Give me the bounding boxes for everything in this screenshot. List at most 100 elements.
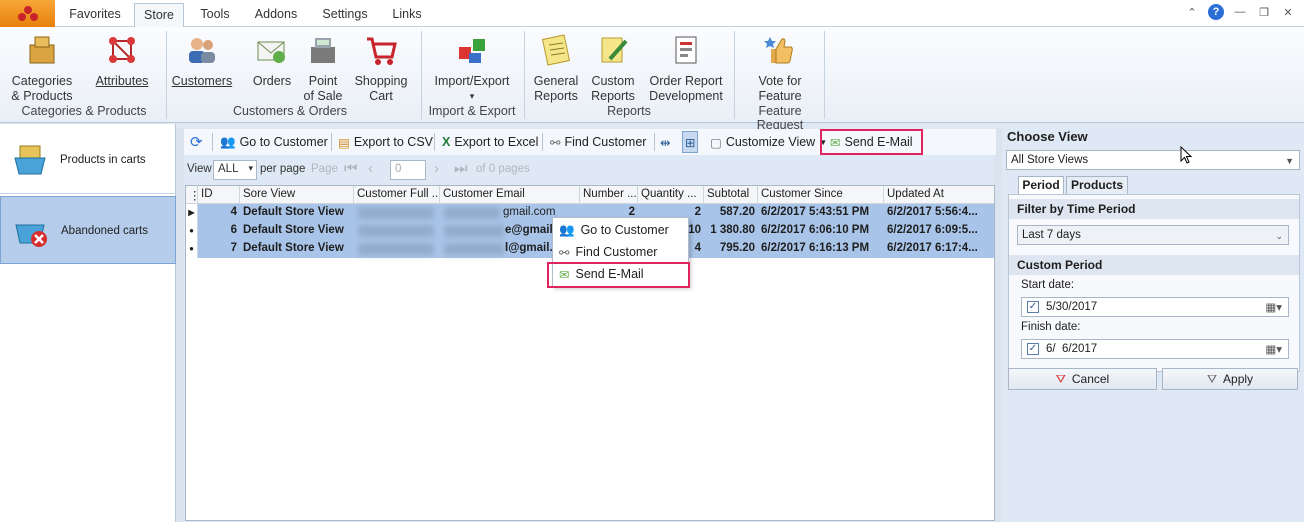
column-header[interactable]: Updated At (884, 186, 994, 204)
store-view-select[interactable]: All Store Views ▼ (1006, 150, 1300, 170)
chevron-down-icon: ▾ (248, 163, 253, 173)
ribbon-label: Reports (534, 89, 578, 103)
splitter-right[interactable] (994, 128, 1002, 522)
export-excel-button[interactable]: X Export to Excel (442, 129, 538, 155)
column-header[interactable]: Sore View (240, 186, 354, 204)
first-page-icon[interactable]: ⏮ (344, 160, 358, 177)
binoculars-icon: ⚯ (550, 135, 561, 150)
cell-subtotal: 587.20 (719, 206, 755, 218)
nav-item-abandoned-carts[interactable]: Abandoned carts (0, 196, 176, 264)
cell-email: l@gmail.c (505, 242, 554, 254)
calendar-icon[interactable]: ▦▾ (1265, 342, 1282, 356)
start-date-field[interactable]: ✓ 5/30/2017 ▦▾ (1021, 297, 1289, 317)
tab-links[interactable]: Links (384, 3, 430, 27)
best-fit-button[interactable]: ⊞ (682, 131, 699, 153)
categories-products-button[interactable]: Categories & Products (10, 33, 74, 104)
collapse-ribbon-icon[interactable]: ⌃ (1184, 4, 1200, 20)
page-size-select[interactable]: ALL ▾ (213, 160, 257, 180)
filter-icon: ⛛ (1206, 371, 1218, 386)
export-csv-button[interactable]: ▤ Export to CSV (338, 129, 433, 155)
find-customer-button[interactable]: ⚯ Find Customer (550, 129, 646, 155)
tab-tools[interactable]: Tools (190, 3, 240, 27)
nav-item-products-in-carts[interactable]: Products in carts (0, 126, 176, 194)
customize-view-button[interactable]: ▢ Customize View ▼ (710, 129, 827, 155)
ribbon-label: General (533, 74, 579, 88)
grid-toolbar: ⟳ 👥 Go to Customer ▤ Export to CSV X Export… (184, 129, 996, 155)
app-logo-icon (17, 5, 38, 21)
tab-store[interactable]: Store (134, 3, 184, 27)
tab-addons[interactable]: Addons (246, 3, 306, 27)
refresh-button[interactable]: ⟳ (190, 129, 203, 155)
page-number-input[interactable]: 0 (390, 160, 426, 180)
basket-icon (14, 145, 46, 175)
column-header[interactable]: Quantity ... (638, 186, 704, 204)
calendar-icon[interactable]: ▦▾ (1265, 300, 1282, 314)
fit-columns-button[interactable]: ⇹ (660, 129, 670, 155)
redacted-name (358, 207, 434, 219)
finish-date-field[interactable]: ✓ 6/ 6/2017 ▦▾ (1021, 339, 1289, 359)
tab-products[interactable]: Products (1066, 176, 1128, 194)
ribbon-label: Import/Export (434, 74, 510, 88)
best-fit-icon: ⊞ (685, 135, 696, 150)
vote-for-feature-button[interactable]: Vote for Feature (748, 33, 812, 104)
ribbon-label: of Sale (303, 89, 343, 103)
shopping-cart-button[interactable]: Shopping Cart (352, 33, 410, 104)
column-header[interactable]: Customer Full ... (354, 186, 440, 204)
column-header[interactable]: ID (198, 186, 240, 204)
close-icon[interactable]: ✕ (1280, 4, 1296, 20)
email-icon: ✉ (830, 135, 841, 150)
context-item-label: Go to Customer (580, 223, 669, 237)
tab-favorites[interactable]: Favorites (60, 3, 130, 27)
apply-label: Apply (1223, 372, 1254, 386)
point-of-sale-button[interactable]: Point of Sale (300, 33, 346, 104)
apply-button[interactable]: ⛛ Apply (1162, 368, 1298, 390)
next-page-icon[interactable]: › (434, 160, 439, 177)
send-email-button[interactable]: ✉ Send E-Mail (820, 129, 923, 155)
app-menu-button[interactable] (0, 0, 55, 27)
custom-reports-button[interactable]: Custom Reports (588, 33, 638, 104)
start-date-checkbox[interactable]: ✓ (1027, 301, 1039, 313)
attributes-button[interactable]: Attributes (92, 33, 152, 89)
period-select[interactable]: Last 7 days ⌄ (1017, 225, 1289, 245)
period-panel: Filter by Time Period Last 7 days ⌄ Cust… (1008, 194, 1300, 372)
row-indicator-icon: ● (186, 222, 198, 240)
finish-date-checkbox[interactable]: ✓ (1027, 343, 1039, 355)
cell-id: 4 (230, 206, 237, 218)
customize-view-label: Customize View (725, 135, 816, 149)
column-header[interactable]: Customer Email (440, 186, 580, 204)
help-icon[interactable]: ? (1208, 4, 1224, 20)
left-nav: Products in carts Abandoned carts (0, 124, 176, 522)
ribbon-label: Vote for (758, 74, 802, 88)
thumbs-up-icon (764, 37, 793, 64)
context-go-to-customer[interactable]: 👥 Go to Customer (555, 220, 686, 240)
import-export-button[interactable]: Import/Export ▾ (430, 33, 514, 104)
grid-menu-icon[interactable]: ⋮ (186, 186, 198, 204)
cell-updated-at: 6/2/2017 6:17:4... (887, 242, 978, 254)
context-find-customer[interactable]: ⚯ Find Customer (555, 242, 686, 262)
finish-date-value: 6/ 6/2017 (1046, 343, 1098, 355)
splitter-left[interactable] (176, 128, 184, 522)
orders-button[interactable]: Orders (248, 33, 296, 89)
dropdown-caret: ▾ (469, 91, 475, 101)
last-page-icon[interactable]: ⏭ (454, 160, 468, 177)
cancel-label: Cancel (1071, 372, 1110, 386)
general-reports-button[interactable]: General Reports (532, 33, 580, 104)
column-header[interactable]: Subtotal (704, 186, 758, 204)
prev-page-icon[interactable]: ‹ (368, 160, 373, 177)
molecule-icon (109, 37, 135, 63)
tab-settings[interactable]: Settings (314, 3, 376, 27)
minimize-icon[interactable]: — (1232, 4, 1248, 20)
cell-store-view: Default Store View (243, 224, 344, 236)
customers-button[interactable]: Customers (170, 33, 234, 89)
column-header[interactable]: Customer Since (758, 186, 884, 204)
cell-customer-since: 6/2/2017 5:43:51 PM (761, 206, 870, 218)
order-report-development-button[interactable]: Order Report Development (646, 33, 726, 104)
people-icon: 👥 (220, 134, 236, 149)
cancel-button[interactable]: ⛛ Cancel (1008, 368, 1157, 390)
tab-period[interactable]: Period (1018, 176, 1064, 194)
go-to-customer-button[interactable]: 👥 Go to Customer (220, 129, 328, 155)
restore-icon[interactable]: ❐ (1256, 4, 1272, 20)
page-label: Page (311, 163, 338, 175)
per-page-label: per page (260, 163, 306, 175)
column-header[interactable]: Number ... (580, 186, 638, 204)
